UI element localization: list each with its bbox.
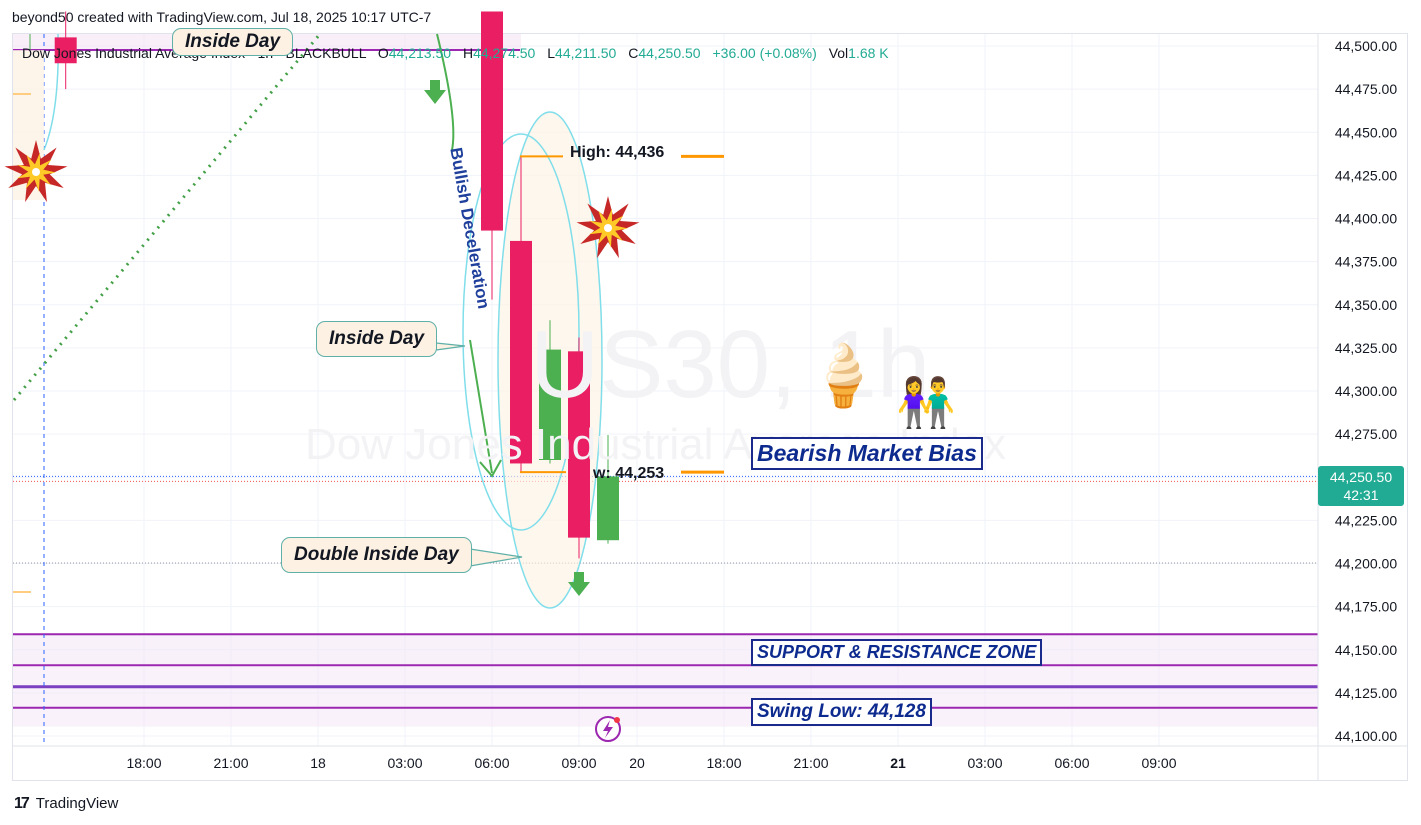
down-arrow-icon: [424, 80, 446, 104]
x-tick-label: 18:00: [126, 755, 161, 771]
price-axis: 44,100.00 44,125.00 44,150.00 44,175.00 44,2…: [1317, 34, 1397, 780]
legend-open-value: 44,213.50: [388, 45, 452, 61]
double-inside-day-callout[interactable]: Double Inside Day: [281, 537, 472, 573]
x-tick-label: 21:00: [793, 755, 828, 771]
ohlc-legend[interactable]: Dow Jones Industrial Average Index · 1h …: [22, 45, 889, 61]
tv-logo-icon: 17: [14, 795, 30, 812]
y-tick-label: 44,225.00: [1335, 512, 1397, 528]
current-price: 44,250.50: [1329, 469, 1393, 485]
x-tick-label: 03:00: [967, 755, 1002, 771]
swing-low-label[interactable]: Swing Low: 44,128: [751, 698, 932, 726]
swing-low-band: [13, 666, 1318, 727]
y-tick-label: 44,450.00: [1335, 124, 1397, 140]
low-level-label[interactable]: w: 44,253: [593, 465, 664, 483]
y-tick-label: 44,125.00: [1335, 685, 1397, 701]
inside-day-callout[interactable]: Inside Day: [316, 321, 438, 357]
couple-icon[interactable]: 👫: [896, 380, 956, 428]
inside-day-callout-top[interactable]: Inside Day: [172, 28, 294, 56]
x-tick-label: 18: [310, 755, 326, 771]
y-tick-label: 44,150.00: [1335, 642, 1397, 658]
y-tick-label: 44,475.00: [1335, 81, 1397, 97]
ice-cream-icon[interactable]: 🍦: [806, 346, 881, 406]
x-tick-label: 21: [890, 755, 906, 771]
x-tick-label: 03:00: [387, 755, 422, 771]
candle-tick: [13, 93, 31, 95]
legend-volume-value: 1.68 K: [848, 45, 889, 61]
y-tick-label: 44,100.00: [1335, 728, 1397, 744]
legend-open-label: O: [377, 45, 389, 61]
y-tick-label: 44,300.00: [1335, 383, 1397, 399]
x-tick-label: 06:00: [474, 755, 509, 771]
legend-low-value: 44,211.50: [555, 45, 617, 61]
legend-high-value: 44,274.50: [473, 45, 536, 61]
y-tick-label: 44,500.00: [1335, 38, 1397, 54]
candle-tick: [13, 591, 31, 593]
x-tick-label: 09:00: [1141, 755, 1176, 771]
explosion-icon-center: [32, 168, 40, 176]
y-tick-label: 44,425.00: [1335, 167, 1397, 183]
y-tick-label: 44,350.00: [1335, 297, 1397, 313]
legend-close-value: 44,250.50: [638, 45, 701, 61]
sr-zone-band: [13, 634, 1318, 666]
time-axis: 18:00 21:00 18 03:00 06:00 09:00 20 18:00 21:00 2…: [13, 745, 1408, 771]
y-tick-label: 44,400.00: [1335, 211, 1397, 227]
sr-zone-label[interactable]: SUPPORT & RESISTANCE ZONE: [751, 639, 1043, 666]
current-price-tag: 44,250.50 42:31: [1318, 466, 1404, 506]
legend-low-label: L: [547, 45, 556, 61]
tv-brand-text: TradingView: [35, 795, 119, 812]
tradingview-logo[interactable]: 17 TradingView: [14, 795, 118, 813]
x-tick-label: 06:00: [1054, 755, 1089, 771]
y-tick-label: 44,325.00: [1335, 340, 1397, 356]
y-tick-label: 44,200.00: [1335, 556, 1397, 572]
x-tick-label: 21:00: [213, 755, 248, 771]
bar-countdown: 42:31: [1343, 487, 1379, 503]
y-tick-label: 44,175.00: [1335, 599, 1397, 615]
x-tick-label: 18:00: [706, 755, 741, 771]
y-tick-label: 44,375.00: [1335, 254, 1397, 270]
legend-change: +36.00 (+0.08%): [712, 45, 817, 61]
x-tick-label: 20: [629, 755, 645, 771]
high-level-label[interactable]: High: 44,436: [570, 144, 664, 162]
legend-high-label: H: [462, 45, 474, 61]
callout-pointer: [435, 342, 466, 351]
legend-close-label: C: [628, 45, 639, 61]
candle-body-up: [597, 476, 619, 541]
x-tick-label: 09:00: [561, 755, 596, 771]
legend-volume-label: Vol: [828, 45, 849, 61]
notification-dot: [614, 717, 620, 723]
y-tick-label: 44,275.00: [1335, 426, 1397, 442]
explosion-icon-center: [604, 224, 612, 232]
bearish-bias-label[interactable]: Bearish Market Bias: [751, 437, 983, 470]
